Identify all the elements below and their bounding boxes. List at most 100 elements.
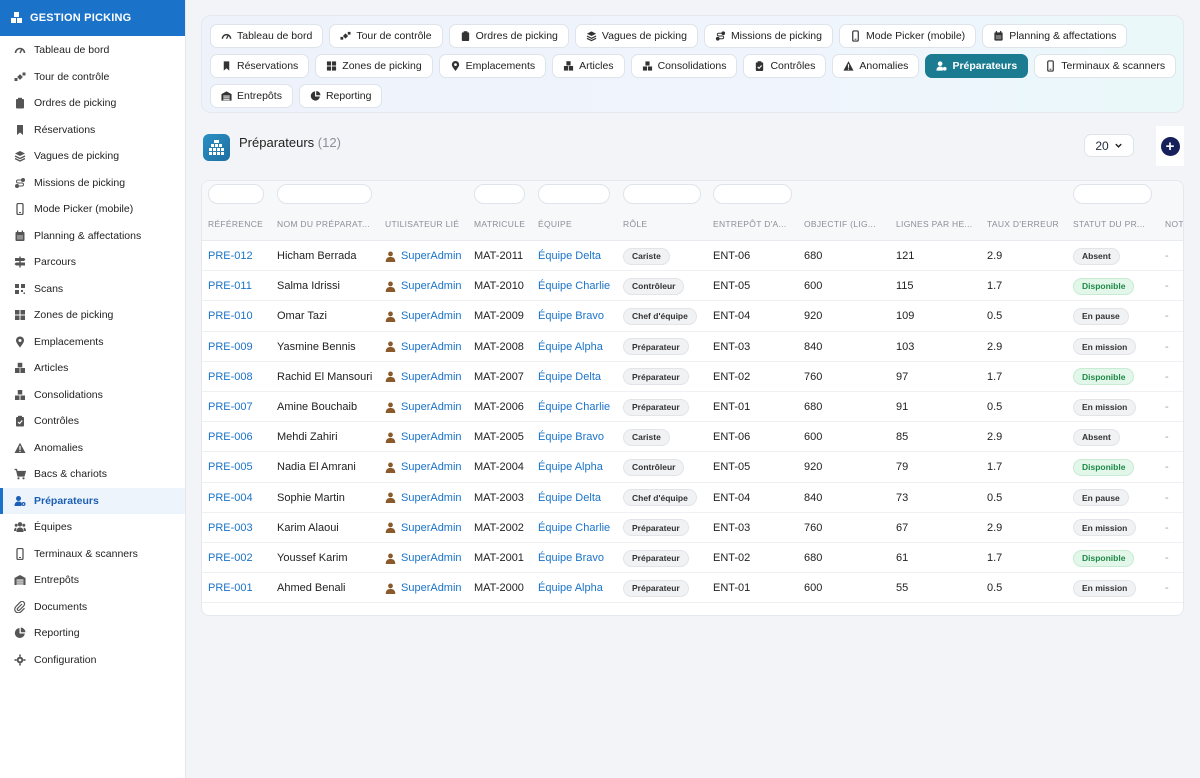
linked-user-link[interactable]: SuperAdmin <box>385 573 462 603</box>
reference-link[interactable]: PRE-012 <box>208 241 253 271</box>
filter-matricule-input[interactable] <box>474 184 525 204</box>
tab-mode-picker-mobile[interactable]: Mode Picker (mobile) <box>838 24 977 48</box>
table-row[interactable]: PRE-009 Yasmine Bennis SuperAdmin MAT-2008 É… <box>202 332 1183 362</box>
column-header-equipe[interactable]: ÉQUIPE <box>538 219 572 229</box>
column-header-role[interactable]: RÔLE <box>623 219 647 229</box>
tab-anomalies[interactable]: Anomalies <box>832 54 920 78</box>
table-row[interactable]: PRE-011 Salma Idrissi SuperAdmin MAT-2010 Éq… <box>202 271 1183 302</box>
sidebar-item-planning-affectations[interactable]: Planning & affectations <box>0 223 185 250</box>
filter-role-input[interactable] <box>623 184 701 204</box>
tab-entrepots[interactable]: Entrepôts <box>210 84 293 108</box>
sidebar-item-configuration[interactable]: Configuration <box>0 647 185 674</box>
linked-user-link[interactable]: SuperAdmin <box>385 241 462 271</box>
table-row[interactable]: PRE-010 Omar Tazi SuperAdmin MAT-2009 Équipe… <box>202 301 1183 332</box>
sidebar-item-equipes[interactable]: Équipes <box>0 514 185 541</box>
reference-link[interactable]: PRE-008 <box>208 362 253 392</box>
equipe-link[interactable]: Équipe Alpha <box>538 573 603 603</box>
column-header-nom[interactable]: NOM DU PRÉPARAT... <box>277 219 370 229</box>
reference-link[interactable]: PRE-005 <box>208 452 253 482</box>
sidebar-item-preparateurs[interactable]: Préparateurs <box>0 487 185 514</box>
table-row[interactable]: PRE-003 Karim Alaoui SuperAdmin MAT-2002 Équ… <box>202 513 1183 543</box>
sidebar-item-zones-de-picking[interactable]: Zones de picking <box>0 302 185 329</box>
tab-emplacements[interactable]: Emplacements <box>438 54 547 78</box>
linked-user-link[interactable]: SuperAdmin <box>385 392 462 422</box>
filter-statut-input[interactable] <box>1073 184 1152 204</box>
table-row[interactable]: PRE-007 Amine Bouchaib SuperAdmin MAT-2006 É… <box>202 392 1183 423</box>
sidebar-item-articles[interactable]: Articles <box>0 355 185 382</box>
table-row[interactable]: PRE-002 Youssef Karim SuperAdmin MAT-2001 Éq… <box>202 543 1183 574</box>
sidebar-item-parcours[interactable]: Parcours <box>0 249 185 276</box>
tab-tour-de-controle[interactable]: Tour de contrôle <box>329 24 443 48</box>
equipe-link[interactable]: Équipe Bravo <box>538 301 604 331</box>
table-row[interactable]: PRE-001 Ahmed Benali SuperAdmin MAT-2000 Équ… <box>202 573 1183 604</box>
equipe-link[interactable]: Équipe Charlie <box>538 271 610 301</box>
tab-preparateurs[interactable]: Préparateurs <box>925 54 1029 78</box>
table-row[interactable]: PRE-008 Rachid El Mansouri SuperAdmin MAT-2… <box>202 362 1183 392</box>
sidebar-item-terminaux-scanners[interactable]: Terminaux & scanners <box>0 541 185 568</box>
reference-link[interactable]: PRE-003 <box>208 513 253 543</box>
tab-articles[interactable]: Articles <box>552 54 625 78</box>
linked-user-link[interactable]: SuperAdmin <box>385 513 462 543</box>
linked-user-link[interactable]: SuperAdmin <box>385 543 462 573</box>
sidebar-item-mode-picker-mobile[interactable]: Mode Picker (mobile) <box>0 196 185 223</box>
linked-user-link[interactable]: SuperAdmin <box>385 452 462 482</box>
filter-entrepot-input[interactable] <box>713 184 792 204</box>
table-row[interactable]: PRE-012 Hicham Berrada SuperAdmin MAT-2011 É… <box>202 241 1183 272</box>
linked-user-link[interactable]: SuperAdmin <box>385 483 462 513</box>
sidebar-item-anomalies[interactable]: Anomalies <box>0 435 185 462</box>
sidebar-item-tableau-de-bord[interactable]: Tableau de bord <box>0 37 185 64</box>
column-header-matricule[interactable]: MATRICULE <box>474 219 525 229</box>
linked-user-link[interactable]: SuperAdmin <box>385 332 462 362</box>
table-row[interactable]: PRE-004 Sophie Martin SuperAdmin MAT-2003 Éq… <box>202 483 1183 513</box>
equipe-link[interactable]: Équipe Delta <box>538 362 601 392</box>
tab-terminaux-scanners[interactable]: Terminaux & scanners <box>1034 54 1177 78</box>
column-header-note[interactable]: NOT <box>1165 219 1183 229</box>
sidebar-item-scans[interactable]: Scans <box>0 276 185 303</box>
sidebar-item-reservations[interactable]: Réservations <box>0 117 185 144</box>
add-preparateur-button[interactable]: + <box>1156 126 1184 166</box>
app-brand[interactable]: GESTION PICKING <box>0 0 185 36</box>
sidebar-item-missions-de-picking[interactable]: Missions de picking <box>0 170 185 197</box>
equipe-link[interactable]: Équipe Alpha <box>538 452 603 482</box>
sidebar-item-reporting[interactable]: Reporting <box>0 620 185 647</box>
column-header-objectif[interactable]: OBJECTIF (LIG... <box>804 219 876 229</box>
sidebar-item-controles[interactable]: Contrôles <box>0 408 185 435</box>
sidebar-item-tour-de-controle[interactable]: Tour de contrôle <box>0 64 185 91</box>
tab-zones-de-picking[interactable]: Zones de picking <box>315 54 433 78</box>
equipe-link[interactable]: Équipe Delta <box>538 241 601 271</box>
reference-link[interactable]: PRE-011 <box>208 271 252 301</box>
tab-consolidations[interactable]: Consolidations <box>630 54 738 78</box>
reference-link[interactable]: PRE-002 <box>208 543 253 573</box>
filter-reference-input[interactable] <box>208 184 264 204</box>
table-row[interactable]: PRE-005 Nadia El Amrani SuperAdmin MAT-2004… <box>202 452 1183 483</box>
reference-link[interactable]: PRE-006 <box>208 422 253 452</box>
tab-reservations[interactable]: Réservations <box>210 54 310 78</box>
sidebar-item-emplacements[interactable]: Emplacements <box>0 329 185 356</box>
column-header-lignes[interactable]: LIGNES PAR HE... <box>896 219 972 229</box>
equipe-link[interactable]: Équipe Alpha <box>538 332 603 362</box>
tab-missions-de-picking[interactable]: Missions de picking <box>703 24 833 48</box>
column-header-statut[interactable]: STATUT DU PR... <box>1073 219 1145 229</box>
equipe-link[interactable]: Équipe Bravo <box>538 422 604 452</box>
reference-link[interactable]: PRE-009 <box>208 332 253 362</box>
linked-user-link[interactable]: SuperAdmin <box>385 301 462 331</box>
linked-user-link[interactable]: SuperAdmin <box>385 422 462 452</box>
reference-link[interactable]: PRE-010 <box>208 301 253 331</box>
filter-equipe-input[interactable] <box>538 184 610 204</box>
column-header-reference[interactable]: RÉFÉRENCE <box>208 219 263 229</box>
tab-planning-affectations[interactable]: Planning & affectations <box>982 24 1128 48</box>
sidebar-item-ordres-de-picking[interactable]: Ordres de picking <box>0 90 185 117</box>
tab-tableau-de-bord[interactable]: Tableau de bord <box>210 24 324 48</box>
linked-user-link[interactable]: SuperAdmin <box>385 271 462 301</box>
table-row[interactable]: PRE-006 Mehdi Zahiri SuperAdmin MAT-2005 Équ… <box>202 422 1183 453</box>
tab-ordres-de-picking[interactable]: Ordres de picking <box>448 24 569 48</box>
equipe-link[interactable]: Équipe Charlie <box>538 513 610 543</box>
tab-reporting[interactable]: Reporting <box>298 84 383 108</box>
column-header-entrepot[interactable]: ENTREPÔT D'A... <box>713 219 787 229</box>
sidebar-item-entrepots[interactable]: Entrepôts <box>0 567 185 594</box>
reference-link[interactable]: PRE-007 <box>208 392 253 422</box>
reference-link[interactable]: PRE-001 <box>208 573 253 603</box>
column-header-taux[interactable]: TAUX D'ERREUR <box>987 219 1059 229</box>
linked-user-link[interactable]: SuperAdmin <box>385 362 462 392</box>
column-header-utilisateur[interactable]: UTILISATEUR LIÉ <box>385 219 459 229</box>
